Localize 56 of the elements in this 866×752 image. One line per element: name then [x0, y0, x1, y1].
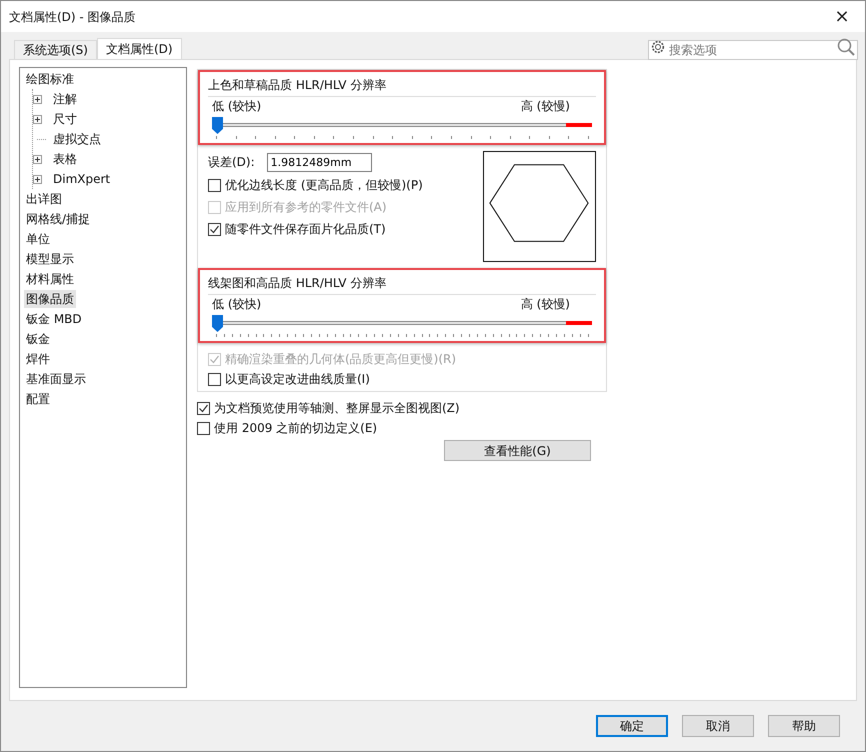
tree-item[interactable]: 虚拟交点 [51, 130, 103, 148]
checkbox-label: 为文档预览使用等轴测、整屏显示全图视图(Z) [214, 400, 460, 417]
search-icon[interactable] [837, 38, 855, 56]
tree-item[interactable]: 注解 [51, 90, 79, 108]
tree-item[interactable]: 表格 [51, 150, 79, 168]
tree-item[interactable]: 基准面显示 [24, 370, 88, 388]
dialog-button[interactable]: 帮助 [768, 715, 840, 737]
slider-track[interactable] [212, 313, 592, 339]
tree-item[interactable]: 图像品质 [24, 290, 76, 308]
checkbox-label: 精确渲染重叠的几何体(品质更高但更慢)(R) [225, 351, 456, 368]
tree-item[interactable]: 绘图标准 [24, 70, 76, 88]
performance-button[interactable]: 查看性能(G) [444, 440, 591, 461]
tree-item[interactable]: 模型显示 [24, 250, 76, 268]
tree-item[interactable]: 材料属性 [24, 270, 76, 288]
tab[interactable]: 文档属性(D) [96, 38, 182, 59]
checkbox-label: 随零件文件保存面片化品质(T) [225, 221, 386, 238]
close-button[interactable]: × [819, 1, 865, 32]
tree-item[interactable]: 钣金 MBD [24, 310, 84, 328]
checkbox-label: 优化边线长度 (更高品质，但较慢)(P) [225, 177, 423, 194]
expand-icon[interactable] [33, 94, 42, 104]
checkbox[interactable] [197, 402, 210, 414]
tree-item[interactable]: 钣金 [24, 330, 52, 348]
expand-icon[interactable] [33, 114, 42, 124]
low-label: 低 (较快) [212, 296, 262, 313]
tree-item[interactable]: 配置 [24, 390, 52, 408]
checkbox-label: 以更高设定改进曲线质量(I) [225, 371, 370, 388]
tree-item[interactable]: 尺寸 [51, 110, 79, 128]
tab[interactable]: 系统选项(S) [14, 40, 97, 59]
checkbox[interactable] [197, 422, 210, 434]
search-field[interactable]: 搜索选项 [648, 40, 858, 60]
tree-item[interactable]: 出详图 [24, 190, 64, 208]
high-label: 高 (较慢) [520, 296, 570, 313]
low-label: 低 (较快) [212, 98, 262, 115]
slider-thumb[interactable] [212, 315, 223, 332]
group-title: 线架图和高品质 HLR/HLV 分辨率 [208, 274, 596, 295]
dialog-button[interactable]: 确定 [596, 715, 668, 737]
high-label: 高 (较慢) [520, 98, 570, 115]
tree-item[interactable]: DimXpert [51, 170, 112, 188]
dialog-button[interactable]: 取消 [682, 715, 754, 737]
group-title: 上色和草稿品质 HLR/HLV 分辨率 [208, 76, 596, 97]
slider-track[interactable] [212, 115, 592, 141]
expand-icon[interactable] [33, 174, 42, 184]
tree-item[interactable]: 单位 [24, 230, 52, 248]
settings-icon[interactable] [651, 40, 665, 54]
window-title: 文档属性(D) - 图像品质 [9, 8, 136, 26]
tolerance-label: 误差(D): [208, 154, 255, 171]
tolerance-field[interactable]: 1.9812489mm [266, 152, 372, 172]
expand-icon[interactable] [33, 154, 42, 164]
checkbox-label: 应用到所有参考的零件文件(A) [225, 199, 387, 216]
slider-thumb[interactable] [212, 117, 223, 134]
tree-item[interactable]: 网格线/捕捉 [24, 210, 92, 228]
checkbox[interactable] [208, 178, 221, 192]
checkbox[interactable] [208, 222, 221, 236]
checkbox-label: 使用 2009 之前的切边定义(E) [214, 420, 378, 437]
tree-item[interactable]: 焊件 [24, 350, 52, 368]
checkbox[interactable] [208, 372, 221, 386]
